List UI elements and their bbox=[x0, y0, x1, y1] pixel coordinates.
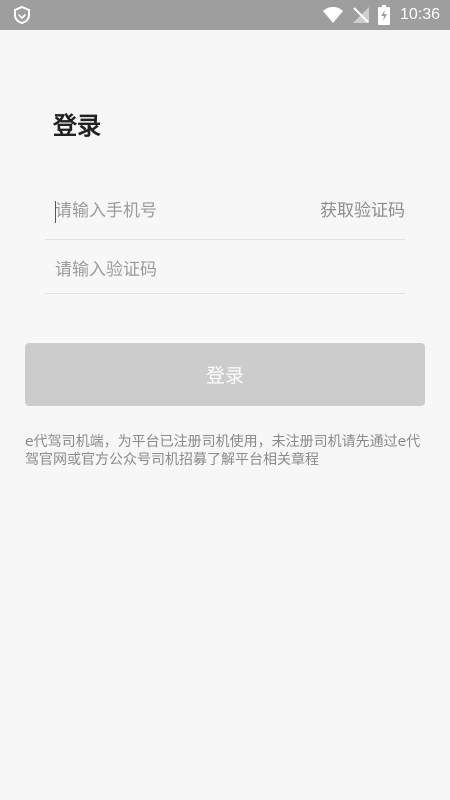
signal-off-icon bbox=[352, 6, 370, 24]
status-bar: 10:36 bbox=[0, 0, 450, 30]
phone-field-row: 获取验证码 bbox=[45, 182, 405, 240]
verification-code-input[interactable] bbox=[55, 241, 305, 299]
driver-notice: e代驾司机端，为平台已注册司机使用，未注册司机请先通过e代驾官网或官方公众号司机… bbox=[25, 434, 421, 468]
code-field-row bbox=[45, 241, 405, 299]
text-cursor bbox=[55, 201, 56, 223]
status-icons: 10:36 bbox=[322, 0, 440, 30]
get-code-button[interactable]: 获取验证码 bbox=[320, 182, 405, 240]
page-title: 登录 bbox=[53, 112, 101, 140]
phone-input[interactable] bbox=[55, 182, 305, 240]
shield-icon bbox=[12, 5, 32, 25]
battery-charging-icon bbox=[377, 5, 390, 25]
wifi-icon bbox=[322, 6, 344, 24]
status-time: 10:36 bbox=[399, 6, 440, 23]
login-button[interactable]: 登录 bbox=[25, 343, 425, 406]
